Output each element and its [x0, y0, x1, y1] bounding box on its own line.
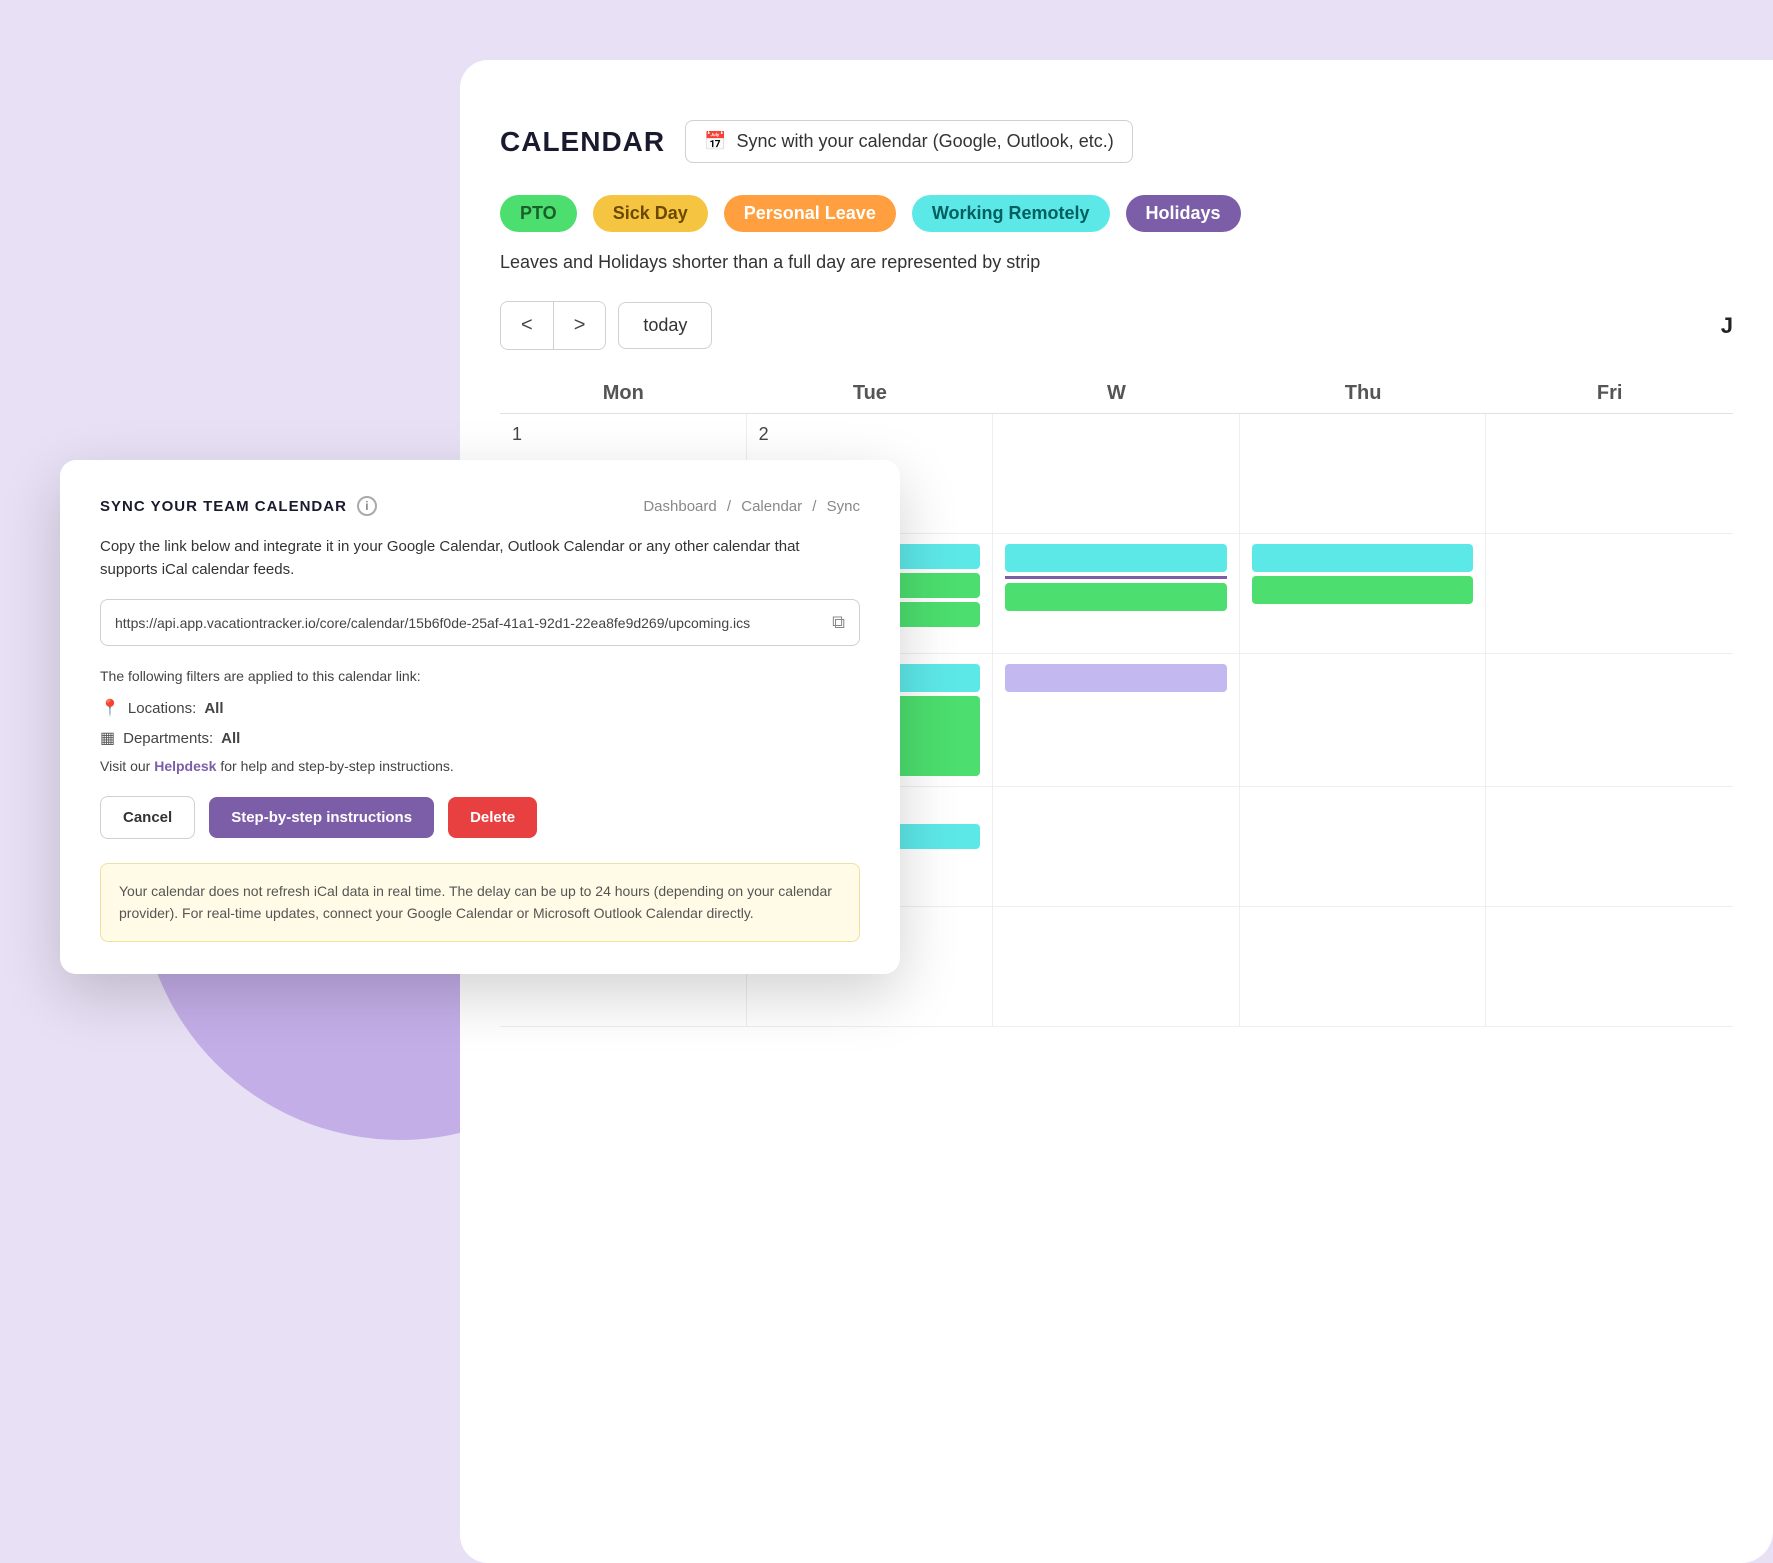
modal-top-row: SYNC YOUR TEAM CALENDAR i Dashboard / Ca…	[100, 496, 860, 516]
month-label: J	[1721, 313, 1733, 339]
today-button[interactable]: today	[618, 302, 712, 349]
location-icon: 📍	[100, 698, 120, 718]
nav-btn-group: < >	[500, 301, 606, 350]
calendar-header: CALENDAR 📅 Sync with your calendar (Goog…	[500, 120, 1733, 163]
event-continuation	[1005, 576, 1227, 579]
day-cell	[1486, 654, 1733, 786]
breadcrumb: Dashboard / Calendar / Sync	[643, 498, 860, 515]
day-header-thu: Thu	[1240, 382, 1487, 414]
legend-pto: PTO	[500, 195, 577, 232]
event-continuation	[1005, 544, 1227, 572]
sync-modal: SYNC YOUR TEAM CALENDAR i Dashboard / Ca…	[60, 460, 900, 974]
day-cell	[993, 414, 1240, 533]
day-cell	[1240, 654, 1487, 786]
day-header-tue: Tue	[747, 382, 994, 414]
event-continuation	[1005, 664, 1227, 692]
info-icon[interactable]: i	[357, 496, 377, 516]
modal-btn-row: Cancel Step-by-step instructions Delete	[100, 796, 860, 839]
calendar-url: https://api.app.vacationtracker.io/core/…	[115, 615, 822, 631]
copy-icon[interactable]: ⧉	[832, 612, 845, 633]
next-button[interactable]: >	[554, 302, 606, 349]
departments-icon: ▦	[100, 728, 115, 748]
filter-departments: ▦ Departments: All	[100, 728, 860, 748]
day-cell	[1486, 907, 1733, 1026]
day-cell	[1486, 787, 1733, 906]
modal-title: SYNC YOUR TEAM CALENDAR	[100, 498, 347, 515]
legend-row: PTO Sick Day Personal Leave Working Remo…	[500, 195, 1733, 232]
day-cell	[993, 907, 1240, 1026]
instructions-button[interactable]: Step-by-step instructions	[209, 797, 434, 838]
helpdesk-link[interactable]: Helpdesk	[154, 758, 216, 774]
legend-personal: Personal Leave	[724, 195, 896, 232]
filters-title: The following filters are applied to thi…	[100, 668, 860, 684]
day-cell	[1240, 414, 1487, 533]
day-cell	[1486, 534, 1733, 653]
calendar-icon: 📅	[704, 131, 726, 152]
legend-remote: Working Remotely	[912, 195, 1110, 232]
sync-calendar-button[interactable]: 📅 Sync with your calendar (Google, Outlo…	[685, 120, 1133, 163]
event-continuation	[1005, 583, 1227, 611]
day-cell	[993, 534, 1240, 653]
event-continuation	[1252, 544, 1474, 572]
modal-title-row: SYNC YOUR TEAM CALENDAR i	[100, 496, 377, 516]
day-header-mon: Mon	[500, 382, 747, 414]
delete-button[interactable]: Delete	[448, 797, 537, 838]
day-cell	[1240, 787, 1487, 906]
url-row: https://api.app.vacationtracker.io/core/…	[100, 599, 860, 646]
legend-sick: Sick Day	[593, 195, 708, 232]
day-cell	[1486, 414, 1733, 533]
info-text: Leaves and Holidays shorter than a full …	[500, 252, 1733, 273]
calendar-title: CALENDAR	[500, 126, 665, 158]
prev-button[interactable]: <	[501, 302, 554, 349]
day-cell	[1240, 907, 1487, 1026]
filter-locations: 📍 Locations: All	[100, 698, 860, 718]
day-cell	[993, 654, 1240, 786]
day-cell	[1240, 534, 1487, 653]
modal-description: Copy the link below and integrate it in …	[100, 536, 860, 581]
helpdesk-row: Visit our Helpdesk for help and step-by-…	[100, 758, 860, 774]
day-header-wed: W	[993, 382, 1240, 414]
legend-holidays: Holidays	[1126, 195, 1241, 232]
calendar-nav: < > today J	[500, 301, 1733, 350]
event-continuation	[1252, 576, 1474, 604]
day-headers: Mon Tue W Thu Fri	[500, 382, 1733, 414]
cancel-button[interactable]: Cancel	[100, 796, 195, 839]
warning-box: Your calendar does not refresh iCal data…	[100, 863, 860, 942]
day-header-fri: Fri	[1486, 382, 1733, 414]
day-cell	[993, 787, 1240, 906]
